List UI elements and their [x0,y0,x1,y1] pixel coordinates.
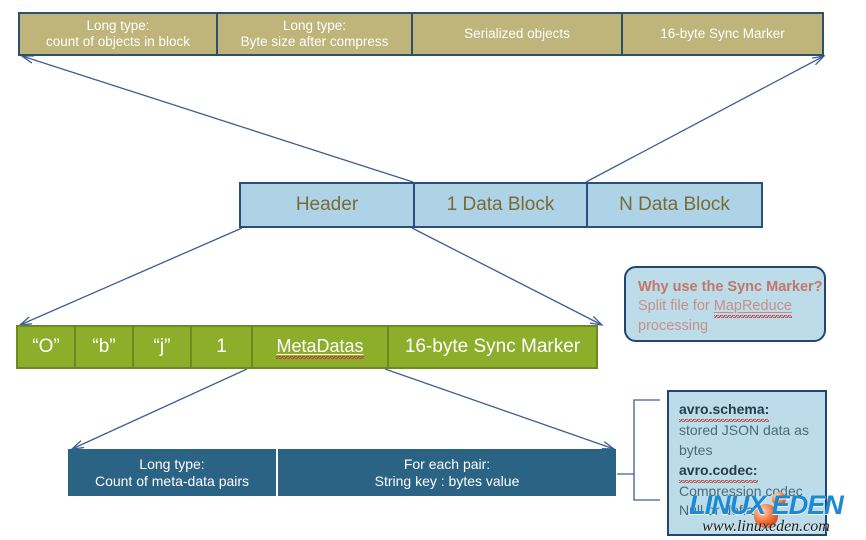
avro-codec-value-line-2: Null or deflate [679,502,766,519]
data-block-breakdown-row: Long type: count of objects in block Lon… [18,12,826,56]
sync-marker-callout-text: Split file for MapReduce [638,297,818,319]
sync-marker-text-before: Split file for [638,298,714,315]
sync-marker-callout-heading: Why use the Sync Marker? [638,279,823,295]
cell-label: “b” [92,335,116,357]
cell-line-2: String key : bytes value [374,472,520,489]
cell-label: 1 [216,335,227,357]
header-cell-metadatas: MetaDatas [251,325,389,369]
cell-label: 16-byte Sync Marker [404,335,581,357]
cell-line-1: 16-byte Sync Marker [660,26,785,42]
cell-line-1: Long type: [139,455,205,472]
avro-schema-value-line-1: stored JSON data as [679,421,809,438]
data-block-cell-sync-marker: 16-byte Sync Marker [621,12,824,56]
metadata-cell-key-value: For each pair: String key : bytes value [278,449,616,496]
cell-label: MetaDatas [276,336,364,360]
sync-marker-text-after: processing [638,318,709,335]
data-block-cell-byte-size: Long type: Byte size after compress [216,12,413,56]
mapreduce-term: MapReduce [713,297,793,319]
file-layout-cell-first-data-block: 1 Data Block [413,182,588,228]
cell-line-2: Byte size after compress [240,34,389,49]
avro-codec-key: avro.codec: [679,461,758,483]
avro-metadata-callout: avro.schema: stored JSON data as bytes a… [667,390,827,536]
cell-line-1: For each pair: [403,455,491,472]
cell-label: “O” [32,335,60,357]
metadata-breakdown-row: Long type: Count of meta-data pairs For … [68,449,616,496]
header-cell-magic-j: “j” [132,325,192,369]
cell-line-1: Serialized objects [464,26,570,42]
cell-label: N Data Block [619,193,730,215]
header-cell-magic-b: “b” [74,325,134,369]
header-cell-sync-marker: 16-byte Sync Marker [387,325,598,369]
avro-metadata-callout-body: avro.schema: stored JSON data as bytes a… [669,392,825,525]
avro-schema-key: avro.schema: [679,400,770,422]
cell-label: Header [295,193,359,215]
header-cell-version: 1 [190,325,253,369]
avro-schema-value-line-2: bytes [679,441,713,458]
cell-line-1: Long type: [86,18,150,34]
sync-marker-callout: Why use the Sync Marker? Split file for … [624,266,826,342]
cell-label: “j” [153,335,171,357]
data-block-cell-serialized-objects: Serialized objects [411,12,623,56]
avro-file-layout-row: Header 1 Data Block N Data Block [239,182,763,228]
cell-label: 1 Data Block [446,193,555,215]
sync-marker-callout-body: Why use the Sync Marker? Split file for … [626,268,824,342]
cell-line-2: Count of meta-data pairs [94,472,250,489]
cell-line-2: count of objects in block [45,34,191,49]
cell-line-1: Long type: [282,18,347,34]
data-block-cell-object-count: Long type: count of objects in block [18,12,218,56]
diagram-canvas: Long type: count of objects in block Lon… [0,0,866,540]
header-cell-magic-o: “O” [16,325,76,369]
avro-codec-value-line-1: Compression codec [679,482,803,499]
metadata-cell-pair-count: Long type: Count of meta-data pairs [68,449,276,496]
header-breakdown-row: “O” “b” “j” 1 MetaDatas 16-byte Sync Mar… [16,325,604,369]
file-layout-cell-nth-data-block: N Data Block [586,182,763,228]
file-layout-cell-header: Header [239,182,415,228]
